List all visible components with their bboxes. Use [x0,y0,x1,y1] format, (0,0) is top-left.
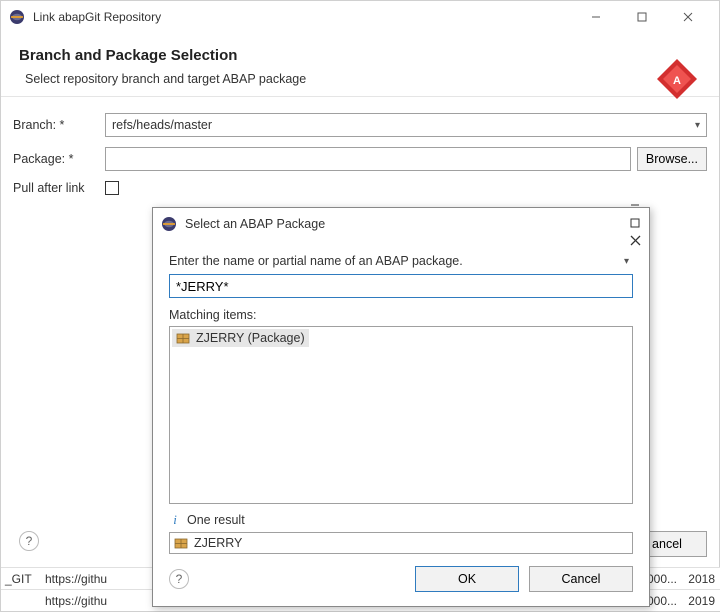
status-row: i One result [169,512,633,528]
selected-label: ZJERRY [194,536,242,550]
branch-select[interactable]: refs/heads/master ▾ [105,113,707,137]
cell: 2019 [681,594,720,608]
cell: _GIT [1,572,41,586]
page-title: Branch and Package Selection [19,47,701,64]
package-icon [176,331,190,345]
cell: 2018 [681,572,720,586]
wizard-header: Branch and Package Selection Select repo… [1,33,719,97]
list-item[interactable]: ZJERRY (Package) [172,329,309,347]
package-row: Package: * Browse... [13,147,707,171]
eclipse-icon [9,9,25,25]
package-icon [174,536,188,550]
modal-titlebar: Select an ABAP Package [153,208,649,240]
package-input[interactable] [105,147,631,171]
menu-dropdown-icon[interactable]: ▾ [620,256,633,267]
maximize-button[interactable] [630,215,641,233]
page-subtitle: Select repository branch and target ABAP… [25,72,701,86]
modal-buttons: OK Cancel [415,566,633,592]
prompt-row: Enter the name or partial name of an ABA… [169,254,633,268]
help-icon[interactable]: ? [19,531,39,551]
pull-checkbox[interactable] [105,181,119,195]
status-text: One result [187,513,245,527]
results-list[interactable]: ZJERRY (Package) [169,326,633,504]
matching-label: Matching items: [169,308,633,322]
parent-title: Link abapGit Repository [33,10,573,24]
result-label: ZJERRY (Package) [196,331,305,345]
package-label: Package: * [13,152,105,166]
modal-footer: ? OK Cancel [153,554,649,606]
parent-titlebar: Link abapGit Repository [1,1,719,33]
select-package-dialog: Select an ABAP Package Enter the name or… [152,207,650,607]
modal-title: Select an ABAP Package [185,217,630,231]
branch-label: Branch: * [13,118,105,132]
form-area: Branch: * refs/heads/master ▾ Package: *… [1,97,719,221]
ok-button[interactable]: OK [415,566,519,592]
help-icon[interactable]: ? [169,569,189,589]
window-buttons [573,2,711,32]
maximize-button[interactable] [619,2,665,32]
modal-body: Enter the name or partial name of an ABA… [153,240,649,554]
chevron-down-icon: ▾ [695,120,700,131]
eclipse-icon [161,216,177,232]
abapgit-icon: A [653,55,701,103]
close-button[interactable] [665,2,711,32]
svg-text:A: A [673,75,681,87]
pull-row: Pull after link [13,181,707,195]
search-input[interactable] [169,274,633,298]
branch-row: Branch: * refs/heads/master ▾ [13,113,707,137]
selected-box: ZJERRY [169,532,633,554]
browse-button[interactable]: Browse... [637,147,707,171]
minimize-button[interactable] [573,2,619,32]
pull-label: Pull after link [13,181,105,195]
info-icon: i [169,512,181,528]
prompt-label: Enter the name or partial name of an ABA… [169,254,620,268]
branch-value: refs/heads/master [112,118,212,132]
minimize-button[interactable] [630,197,641,215]
cancel-button[interactable]: Cancel [529,566,633,592]
